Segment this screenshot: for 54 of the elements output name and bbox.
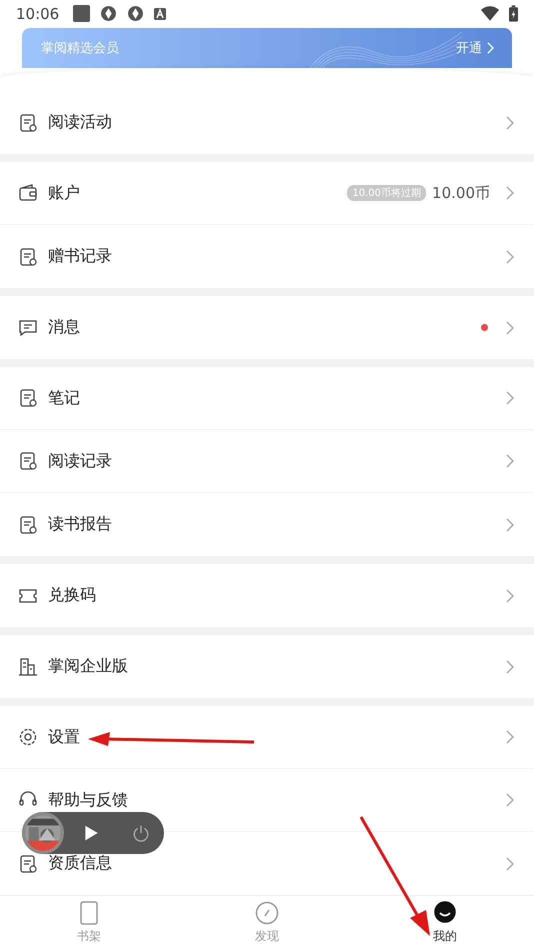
banner-title: 掌阅精选会员 (41, 40, 120, 57)
mini-player[interactable] (22, 812, 164, 854)
nav-tab[interactable]: 我的 (356, 896, 534, 950)
menu-row[interactable]: 阅读活动 (0, 91, 534, 154)
power-icon[interactable] (132, 824, 150, 842)
status-time: 10:06 (16, 4, 60, 23)
chevron-icon (506, 793, 514, 808)
menu-label: 阅读活动 (48, 112, 112, 134)
chevron-icon (506, 518, 514, 532)
menu-row[interactable]: 消息 (0, 296, 534, 360)
coin-balance: 10.00币 (432, 184, 490, 203)
menu-row[interactable]: 读书报告 (0, 493, 534, 556)
chevron-icon (506, 186, 514, 200)
aperture-icon (100, 5, 118, 22)
gear-icon (18, 727, 38, 748)
chevron-icon (506, 250, 514, 264)
menu-label: 掌阅企业版 (48, 656, 128, 678)
building-icon (18, 656, 38, 677)
wallet-icon (18, 183, 38, 204)
menu-row[interactable]: 笔记 (0, 367, 534, 430)
chevron-icon (506, 391, 514, 406)
menu-row[interactable]: 兑换码 (0, 564, 534, 628)
chat-icon (18, 318, 38, 338)
keyboard-icon (154, 8, 166, 20)
menu-label: 消息 (48, 317, 80, 338)
menu-row[interactable]: 资质信息 (0, 832, 534, 896)
chevron-icon (487, 42, 494, 54)
chevron-icon (506, 660, 514, 674)
menu-row[interactable]: 掌阅企业版 (0, 635, 534, 698)
chevron-icon (506, 454, 514, 468)
menu-label: 设置 (48, 726, 80, 748)
smile-icon (433, 901, 457, 926)
menu-label: 资质信息 (48, 853, 112, 874)
menu-label: 帮助与反馈 (48, 790, 128, 811)
menu-label: 赠书记录 (48, 246, 112, 268)
menu-label: 阅读记录 (48, 450, 112, 472)
menu-label: 读书报告 (48, 514, 112, 536)
chevron-icon (506, 116, 514, 130)
menu-label: 兑换码 (48, 585, 96, 606)
menu-label: 账户 (48, 182, 80, 204)
chevron-icon (506, 320, 514, 335)
aperture-icon (127, 5, 144, 22)
document-icon (18, 514, 38, 535)
chevron-icon (506, 730, 514, 744)
document-icon (18, 246, 38, 267)
wifi-icon (481, 6, 499, 22)
menu-label: 笔记 (48, 388, 80, 409)
compass-icon (255, 901, 279, 926)
chevron-icon (506, 856, 514, 871)
notification-icon (73, 5, 90, 22)
chevron-icon (506, 588, 514, 603)
battery-icon (509, 5, 518, 22)
menu-row[interactable]: 阅读记录 (0, 430, 534, 494)
menu-row[interactable]: 赠书记录 (0, 225, 534, 288)
